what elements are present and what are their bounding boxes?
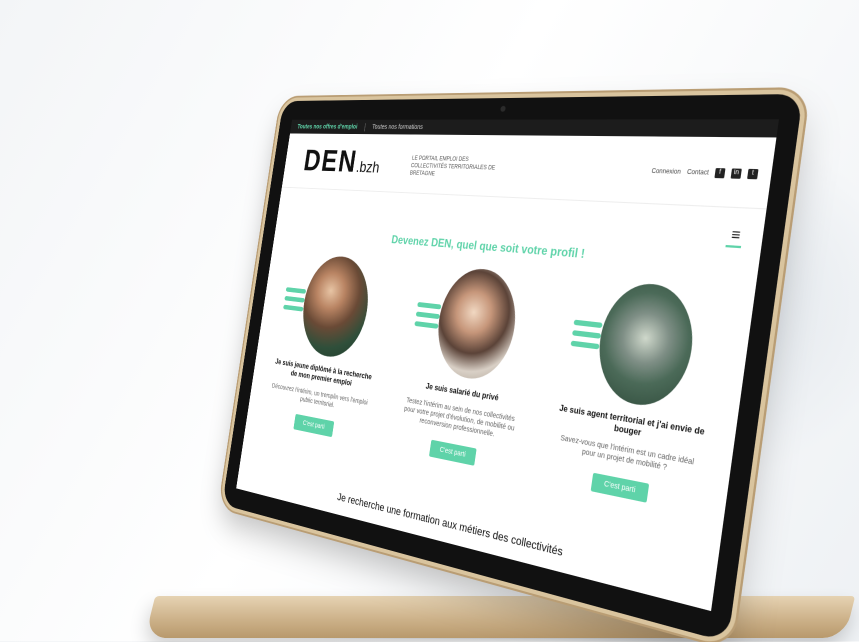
profile-card-salarie: Je suis salarié du privé Testez l'intéri… <box>388 263 549 476</box>
photo-wrap <box>400 263 549 388</box>
laptop-base <box>144 596 856 638</box>
stripe <box>413 321 439 329</box>
stripe <box>570 340 600 350</box>
stripe <box>284 295 305 303</box>
divider <box>363 122 366 131</box>
top-link-emploi[interactable]: Toutes nos offres d'emploi <box>297 124 358 130</box>
stripe <box>416 301 442 310</box>
twitter-icon[interactable]: t <box>747 168 759 180</box>
cest-parti-button[interactable]: C'est parti <box>293 413 335 438</box>
header-actions: Connexion Contact f in t <box>651 166 759 180</box>
profile-card-agent: Je suis agent territorial et j'ai envie … <box>542 277 733 514</box>
screen-bezel: Toutes nos offres d'emploi Toutes nos fo… <box>222 93 804 642</box>
logo-text: DEN <box>301 144 360 180</box>
stripe <box>285 287 307 294</box>
stripe <box>415 311 440 320</box>
photo-wrap <box>554 277 732 417</box>
facebook-icon[interactable]: f <box>714 168 726 179</box>
profile-photo <box>296 253 375 362</box>
website-screen: Toutes nos offres d'emploi Toutes nos fo… <box>236 119 779 612</box>
cest-parti-button[interactable]: C'est parti <box>428 439 477 466</box>
hamburger-icon[interactable]: ≡ <box>730 225 742 244</box>
laptop-device: Toutes nos offres d'emploi Toutes nos fo… <box>222 93 804 642</box>
profile-photo <box>592 280 701 412</box>
den-logo[interactable]: DEN.bzh <box>301 144 383 180</box>
profile-cards: Je suis jeune diplômé à la recherche de … <box>259 252 732 515</box>
logo-suffix: .bzh <box>355 158 381 177</box>
profile-card-jeune: Je suis jeune diplômé à la recherche de … <box>259 252 396 445</box>
stripes-decoration <box>413 301 442 334</box>
stripe <box>571 330 602 339</box>
brand-tagline: Le portail emploi des collectivités terr… <box>409 155 496 178</box>
stripe <box>573 319 603 329</box>
photo-wrap <box>271 252 397 365</box>
contact-link[interactable]: Contact <box>686 169 709 176</box>
profile-photo <box>431 265 522 385</box>
cest-parti-button[interactable]: C'est parti <box>590 472 649 503</box>
linkedin-icon[interactable]: in <box>730 168 742 179</box>
stripes-decoration <box>570 319 603 355</box>
stripe <box>283 304 304 312</box>
site-header: DEN.bzh Le portail emploi des collectivi… <box>281 133 777 210</box>
top-link-formations[interactable]: Toutes nos formations <box>372 124 424 131</box>
camera-icon <box>499 105 506 112</box>
login-link[interactable]: Connexion <box>651 168 681 175</box>
menu-underline <box>725 244 742 249</box>
